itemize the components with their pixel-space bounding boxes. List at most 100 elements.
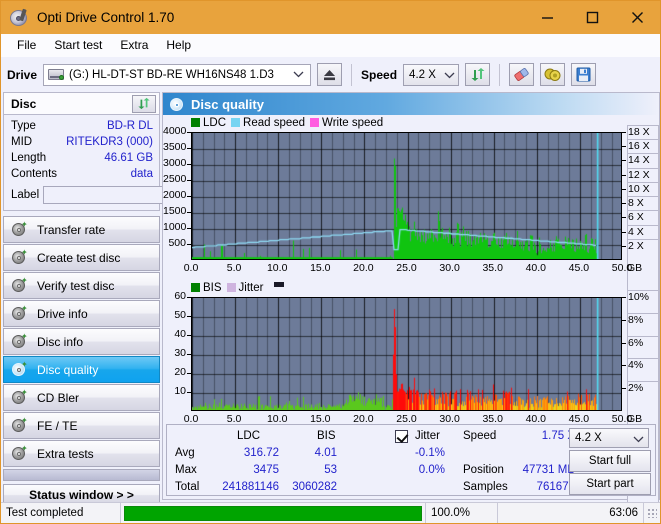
stats-bis-max: 53 <box>324 464 337 476</box>
page-title: Disc quality <box>191 96 264 112</box>
test-speed-select[interactable]: 4.2 X <box>569 428 649 448</box>
menu-item-start-test[interactable]: Start test <box>45 35 111 55</box>
chevron-down-icon <box>292 69 304 81</box>
maximize-icon[interactable] <box>570 1 615 34</box>
sidebar-spacer <box>3 469 160 481</box>
sidebar-item-extra-tests[interactable]: ✦ Extra tests <box>3 440 160 467</box>
disc-icon: ✦ <box>12 304 28 321</box>
tick <box>622 342 626 344</box>
sidebar-item-label: Disc info <box>37 334 84 349</box>
sidebar-item-create-test-disc[interactable]: ✦ Create test disc <box>3 244 160 271</box>
resize-grip-icon[interactable] <box>647 508 657 518</box>
sidebar-item-disc-info[interactable]: ✦ Disc info <box>3 328 160 355</box>
tick <box>622 365 626 367</box>
start-full-button[interactable]: Start full <box>569 450 651 472</box>
coins-button[interactable] <box>540 63 566 86</box>
legend-swatch-ldc <box>191 118 200 127</box>
disc-refresh-button[interactable] <box>132 94 156 113</box>
stats-row-label-total: Total <box>175 481 200 493</box>
disc-info-box: Disc Type BD-R DL MID RITEKDR3 (000) Len… <box>3 92 247 211</box>
sidebar-item-verify-test-disc[interactable]: ✦ Verify test disc <box>3 272 160 299</box>
tick <box>187 316 191 317</box>
start-part-button[interactable]: Start part <box>569 473 651 495</box>
refresh-button[interactable] <box>465 63 491 86</box>
toolbar-divider <box>351 63 353 86</box>
left-sidebar: Disc Type BD-R DL MID RITEKDR3 (000) Len… <box>3 92 247 506</box>
drive-select[interactable]: (G:) HL-DT-ST BD-RE WH16NS48 1.D3 <box>43 63 312 86</box>
menu-item-help[interactable]: Help <box>157 35 200 55</box>
disc-icon: ✦ <box>12 332 28 349</box>
status-message: Test completed <box>1 502 121 523</box>
tick <box>187 164 191 165</box>
plot1-xtick: 45.0 <box>568 262 590 274</box>
disc-icon: ✦ <box>12 416 28 433</box>
jitter-checkbox[interactable] <box>395 430 408 443</box>
legend-swatch-write-speed <box>310 118 320 127</box>
drive-label: Drive <box>7 67 38 82</box>
app-icon <box>9 8 29 28</box>
plot1-ytick: 3500 <box>163 141 187 153</box>
eject-button[interactable] <box>317 63 343 86</box>
sidebar-item-disc-quality[interactable]: ✦ Disc quality <box>3 356 160 383</box>
sidebar-item-transfer-rate[interactable]: ✦ Transfer rate <box>3 216 160 243</box>
plot1-xtick: 40.0 <box>525 262 547 274</box>
tick <box>187 373 191 374</box>
legend-entry-jitter: Jitter <box>226 281 264 294</box>
tick <box>622 174 626 176</box>
legend-entry-bis: BIS <box>191 282 222 294</box>
disc-icon: ✦ <box>12 360 28 377</box>
legend-label-jitter: Jitter <box>238 281 264 294</box>
tick <box>622 388 626 390</box>
tick <box>622 146 626 148</box>
tick <box>187 196 191 197</box>
window-controls <box>525 1 660 34</box>
jitter-line-swatch <box>274 282 285 287</box>
stats-row-label-max: Max <box>175 464 197 476</box>
sidebar-item-cd-bler[interactable]: ✦ CD Bler <box>3 384 160 411</box>
disc-label-key: Label <box>11 189 40 201</box>
speed-select[interactable]: 4.2 X <box>403 63 460 86</box>
chevron-down-icon <box>632 433 644 445</box>
eraser-button[interactable] <box>509 63 535 86</box>
tick <box>622 231 626 233</box>
save-button[interactable] <box>571 63 597 86</box>
plot1-ytick: 2000 <box>163 189 187 201</box>
stats-panel: LDC BIS Jitter Avg Max Total 316.72 3475… <box>166 424 656 496</box>
disc-row-key: Length <box>11 152 47 164</box>
tick <box>622 132 626 133</box>
disc-row-contents: Contents data <box>11 166 153 182</box>
sidebar-item-label: Transfer rate <box>37 222 106 237</box>
test-speed-value: 4.2 X <box>575 432 602 444</box>
tick <box>622 319 626 321</box>
tick <box>622 217 626 219</box>
stats-col-header-ldc: LDC <box>237 430 261 442</box>
disc-header-label: Disc <box>11 96 37 111</box>
menu-item-extra[interactable]: Extra <box>111 35 157 55</box>
menu-item-file[interactable]: File <box>8 35 45 55</box>
sidebar-item-label: Drive info <box>37 306 88 321</box>
sidebar-item-drive-info[interactable]: ✦ Drive info <box>3 300 160 327</box>
plot1-xtick: 5.0 <box>226 262 242 274</box>
stats-jitter-max: 0.0% <box>418 464 445 476</box>
plot2-ytick: 30 <box>174 347 186 359</box>
panel-header: Disc quality <box>163 93 659 115</box>
disc-row-length: Length 46.61 GB <box>11 150 153 166</box>
stats-bis-avg: 4.01 <box>314 447 337 459</box>
plot1-ytick: 3000 <box>163 157 187 169</box>
sidebar-item-fe-te[interactable]: ✦ FE / TE <box>3 412 160 439</box>
legend-swatch-jitter <box>226 283 236 292</box>
legend-entry-write-speed: Write speed <box>310 117 383 129</box>
tick <box>622 245 626 247</box>
tick <box>187 244 191 245</box>
progress-bar <box>124 505 422 521</box>
legend-label-write-speed: Write speed <box>322 116 384 129</box>
drive-select-value: (G:) HL-DT-ST BD-RE WH16NS48 1.D3 <box>69 68 274 81</box>
plot1-xtick: 15.0 <box>310 262 331 274</box>
disc-row-key: Contents <box>11 168 58 180</box>
minimize-icon[interactable] <box>525 1 570 34</box>
close-icon[interactable] <box>615 1 660 34</box>
status-bar: Test completed 100.0% 63:06 <box>1 502 660 523</box>
plot1-xtick: 25.0 <box>396 262 417 274</box>
stats-samples-label: Samples <box>463 481 508 493</box>
nav-list: ✦ Transfer rate ✦ Create test disc ✦ Ver… <box>3 216 160 506</box>
